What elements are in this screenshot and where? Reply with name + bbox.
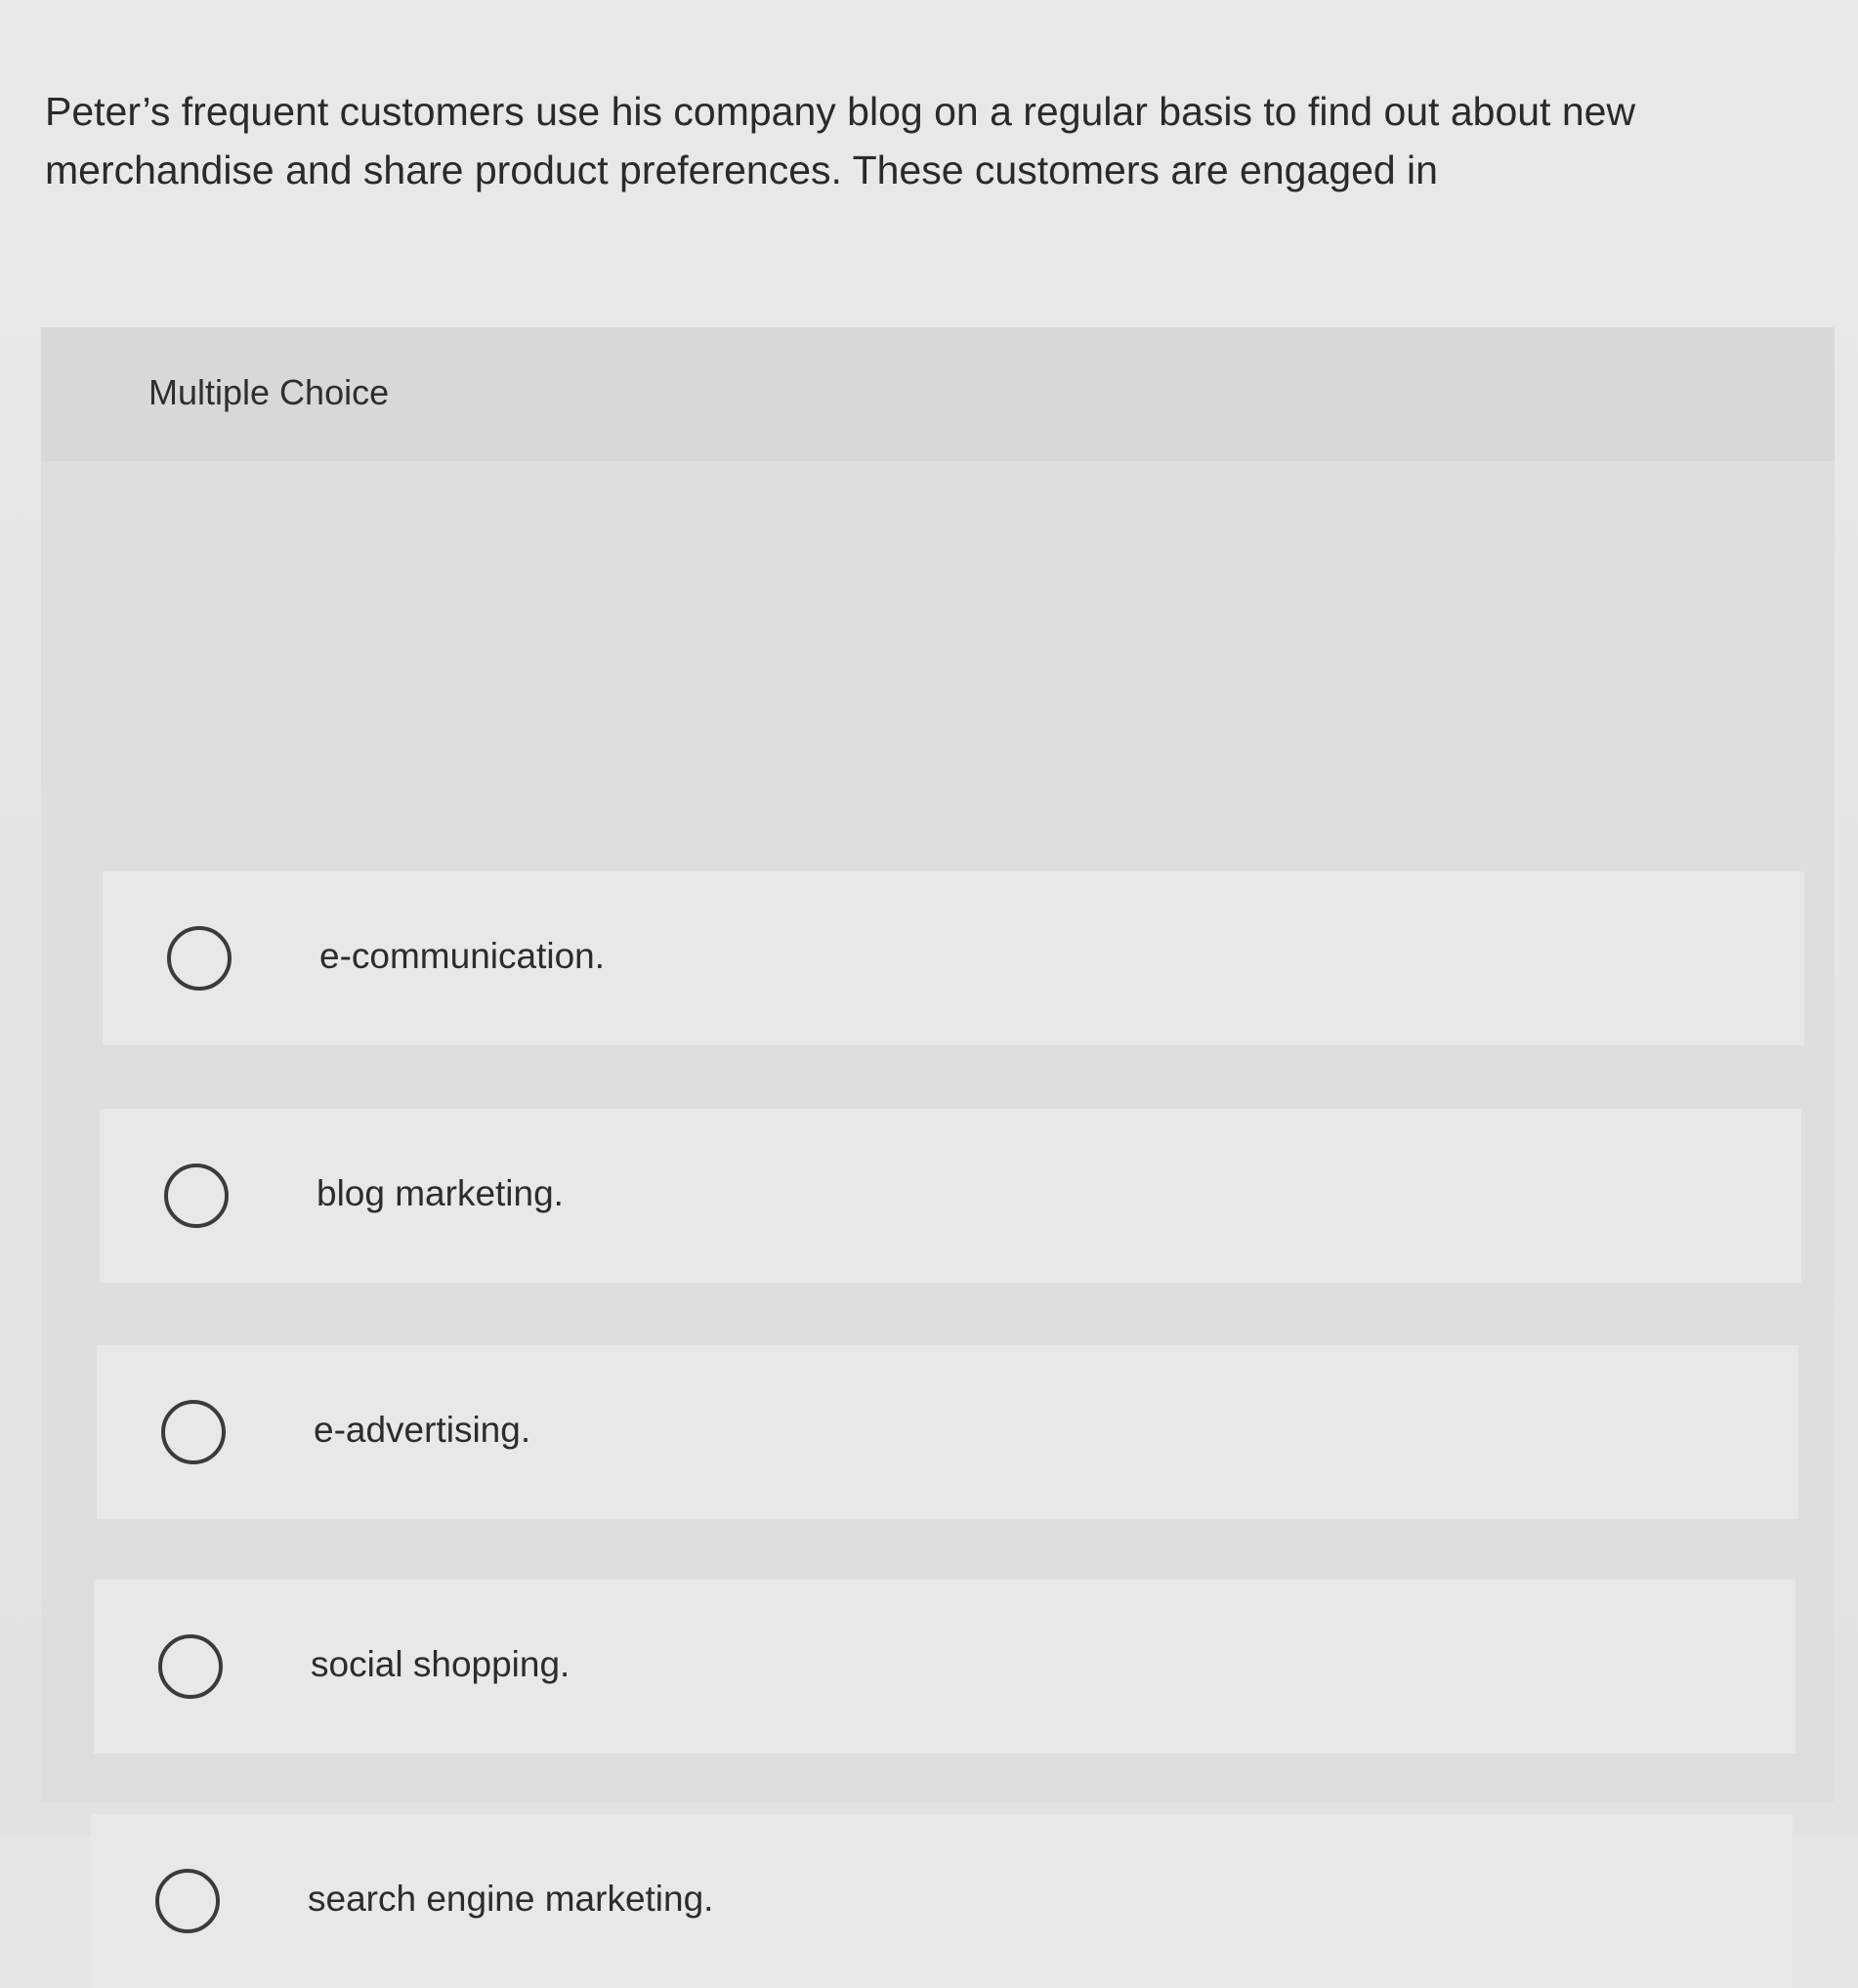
- option-e-communication[interactable]: e-communication.: [103, 871, 1804, 1045]
- quiz-page: Peter’s frequent customers use his compa…: [0, 0, 1858, 1988]
- option-blog-marketing[interactable]: blog marketing.: [100, 1109, 1801, 1283]
- options-list: e-communication. blog marketing. e-adver…: [41, 461, 1835, 1988]
- option-label: social shopping.: [311, 1644, 570, 1684]
- option-e-advertising[interactable]: e-advertising.: [97, 1345, 1798, 1519]
- radio-button-icon[interactable]: [158, 1634, 223, 1699]
- option-label: e-advertising.: [314, 1410, 531, 1450]
- radio-button-icon[interactable]: [161, 1400, 226, 1464]
- radio-button-icon[interactable]: [164, 1163, 229, 1228]
- option-search-engine-marketing[interactable]: search engine marketing.: [91, 1814, 1793, 1988]
- radio-button-icon[interactable]: [155, 1869, 220, 1933]
- option-label: blog marketing.: [317, 1173, 564, 1213]
- option-label: search engine marketing.: [308, 1879, 714, 1919]
- radio-button-icon[interactable]: [167, 926, 232, 991]
- option-label: e-communication.: [319, 936, 606, 976]
- option-social-shopping[interactable]: social shopping.: [94, 1580, 1795, 1754]
- multiple-choice-title: Multiple Choice: [148, 372, 390, 412]
- multiple-choice-header: Multiple Choice: [41, 327, 1835, 461]
- multiple-choice-panel: Multiple Choice e-communication. blog ma…: [41, 327, 1835, 1988]
- question-text: Peter’s frequent customers use his compa…: [45, 89, 1636, 192]
